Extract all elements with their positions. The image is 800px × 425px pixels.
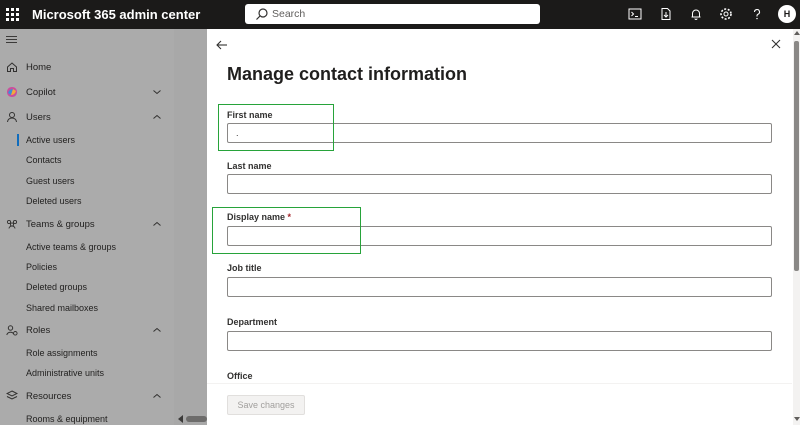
search-icon <box>256 8 268 20</box>
close-icon[interactable] <box>770 38 782 50</box>
help-icon[interactable] <box>750 7 764 21</box>
sidebar-item-active-users[interactable]: Active users <box>0 131 174 149</box>
sidebar-item-contacts[interactable]: Contacts <box>0 151 174 169</box>
job-title-field[interactable] <box>227 277 772 297</box>
sidebar-item-teams-groups[interactable]: Teams & groups <box>0 215 174 235</box>
first-name-label: First name <box>227 110 273 120</box>
active-indicator <box>17 134 19 146</box>
required-marker: * <box>287 212 292 222</box>
display-name-label: Display name * <box>227 212 292 222</box>
sidebar-item-administrative-units[interactable]: Administrative units <box>0 364 174 382</box>
last-name-field[interactable] <box>227 174 772 194</box>
search-box[interactable]: Search <box>245 4 540 24</box>
sidebar-item-home[interactable]: Home <box>0 58 174 78</box>
sidebar-item-policies[interactable]: Policies <box>0 258 174 276</box>
vertical-scrollbar[interactable] <box>793 29 800 425</box>
top-bar: Microsoft 365 admin center Search H <box>0 0 800 29</box>
sidebar-item-users[interactable]: Users <box>0 108 174 128</box>
sidebar: Home Copilot Users Active users Contacts… <box>0 29 174 425</box>
scroll-up-icon[interactable] <box>794 31 800 35</box>
gear-icon[interactable] <box>719 7 733 21</box>
sidebar-item-rooms-equipment[interactable]: Rooms & equipment <box>0 410 174 425</box>
display-name-field[interactable] <box>227 226 772 246</box>
app-launcher-icon[interactable] <box>6 8 19 21</box>
sidebar-item-active-teams-groups[interactable]: Active teams & groups <box>0 238 174 256</box>
page-overlay <box>174 29 207 425</box>
department-label: Department <box>227 317 278 327</box>
job-title-label: Job title <box>227 263 262 273</box>
footer-divider <box>207 383 792 384</box>
app-title[interactable]: Microsoft 365 admin center <box>32 7 200 22</box>
search-input[interactable]: Search <box>272 8 305 20</box>
copilot-icon <box>7 87 17 97</box>
sidebar-item-roles[interactable]: Roles <box>0 321 174 341</box>
scroll-down-icon[interactable] <box>794 417 800 421</box>
back-arrow-icon[interactable] <box>215 38 229 52</box>
last-name-label: Last name <box>227 161 272 171</box>
terminal-icon[interactable] <box>628 7 642 21</box>
page-title: Manage contact information <box>227 64 468 84</box>
sidebar-item-role-assignments[interactable]: Role assignments <box>0 344 174 362</box>
hamburger-icon[interactable] <box>6 36 17 44</box>
first-name-field[interactable] <box>227 123 772 143</box>
department-field[interactable] <box>227 331 772 351</box>
sidebar-item-guest-users[interactable]: Guest users <box>0 172 174 190</box>
resources-icon <box>6 390 18 400</box>
chevron-up-icon[interactable] <box>152 326 162 334</box>
scroll-left-icon[interactable] <box>178 415 183 423</box>
sidebar-item-copilot[interactable]: Copilot <box>0 83 174 103</box>
horizontal-scrollbar[interactable] <box>174 413 207 425</box>
user-icon <box>7 112 17 123</box>
avatar[interactable]: H <box>778 5 796 23</box>
sidebar-item-resources[interactable]: Resources <box>0 387 174 407</box>
office-label: Office <box>227 371 253 381</box>
chevron-up-icon[interactable] <box>152 113 162 121</box>
teams-groups-icon <box>6 219 18 229</box>
scrollbar-thumb[interactable] <box>186 416 207 422</box>
scrollbar-thumb[interactable] <box>794 41 799 271</box>
sidebar-item-deleted-users[interactable]: Deleted users <box>0 192 174 210</box>
contact-info-panel: Manage contact information First name La… <box>207 29 800 425</box>
download-icon[interactable] <box>659 7 673 21</box>
sidebar-item-shared-mailboxes[interactable]: Shared mailboxes <box>0 299 174 317</box>
chevron-down-icon[interactable] <box>152 88 162 96</box>
chevron-up-icon[interactable] <box>152 220 162 228</box>
save-button[interactable]: Save changes <box>227 395 305 415</box>
chevron-up-icon[interactable] <box>152 392 162 400</box>
bell-icon[interactable] <box>689 7 703 21</box>
home-icon <box>7 62 17 72</box>
roles-icon <box>6 325 18 336</box>
sidebar-item-deleted-groups[interactable]: Deleted groups <box>0 278 174 296</box>
